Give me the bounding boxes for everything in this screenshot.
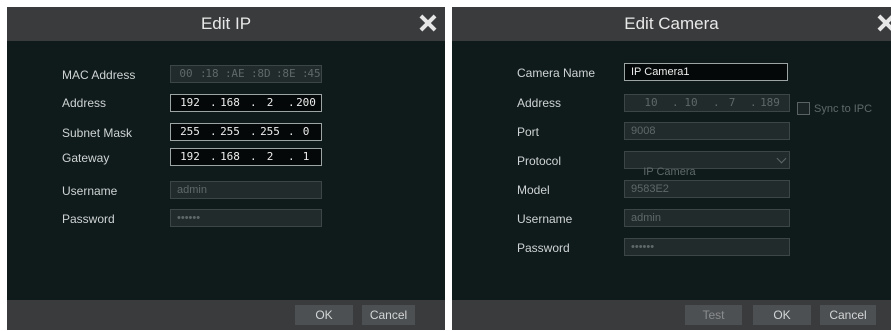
ip-address-input[interactable]: 192 . 168 . 2 . 200: [170, 94, 322, 112]
chevron-down-icon: [776, 153, 787, 164]
username-field: admin: [624, 209, 790, 227]
protocol-value: IP Camera: [643, 166, 696, 178]
username-label: Username: [62, 184, 118, 198]
subnet-mask-label: Subnet Mask: [62, 126, 133, 140]
password-field: ••••••: [170, 209, 322, 227]
mac-address-label: MAC Address: [62, 68, 136, 82]
edit-ip-titlebar: Edit IP: [7, 7, 445, 41]
cancel-button[interactable]: Cancel: [820, 305, 876, 325]
edit-camera-title: Edit Camera: [624, 14, 719, 33]
edit-ip-title: Edit IP: [200, 14, 252, 33]
edit-camera-dialog: Edit Camera Camera Name IP Camera1 Addre…: [452, 7, 891, 330]
edit-camera-footer: Test OK Cancel: [452, 300, 891, 330]
ok-button[interactable]: OK: [753, 305, 811, 325]
password-label: Password: [62, 212, 115, 226]
close-icon[interactable]: [417, 12, 439, 34]
password-field: ••••••: [624, 238, 790, 256]
sync-to-ipc-checkbox[interactable]: [797, 102, 810, 115]
model-label: Model: [517, 183, 550, 197]
port-field: 9008: [624, 122, 790, 140]
camera-name-input[interactable]: IP Camera1: [624, 63, 788, 81]
mac-address-field: 00 : 18 : AE : 8D : 8E : 45: [170, 65, 322, 83]
ok-button[interactable]: OK: [295, 305, 353, 325]
port-label: Port: [517, 125, 540, 139]
test-button[interactable]: Test: [685, 305, 742, 325]
gateway-input[interactable]: 192 . 168 . 2 . 1: [170, 148, 322, 166]
edit-ip-footer: OK Cancel: [7, 300, 445, 330]
username-field: admin: [170, 181, 322, 199]
gateway-label: Gateway: [62, 151, 110, 165]
close-icon[interactable]: [875, 12, 891, 34]
password-label: Password: [517, 241, 570, 255]
camera-address-field: 10 . 10 . 7 . 189: [624, 94, 790, 112]
username-label: Username: [517, 212, 573, 226]
sync-to-ipc-label: Sync to IPC: [814, 103, 873, 115]
subnet-mask-input[interactable]: 255 . 255 . 255 . 0: [170, 123, 322, 141]
edit-camera-titlebar: Edit Camera: [452, 7, 891, 41]
cancel-button[interactable]: Cancel: [362, 305, 415, 325]
protocol-label: Protocol: [517, 154, 562, 168]
edit-ip-dialog: Edit IP MAC Address 00 : 18 : AE : 8D : …: [7, 7, 445, 330]
model-field: 9583E2: [624, 180, 790, 198]
address-label: Address: [62, 96, 107, 110]
protocol-select: IP Camera: [624, 151, 790, 178]
address-label: Address: [517, 96, 562, 110]
camera-name-label: Camera Name: [517, 66, 596, 80]
